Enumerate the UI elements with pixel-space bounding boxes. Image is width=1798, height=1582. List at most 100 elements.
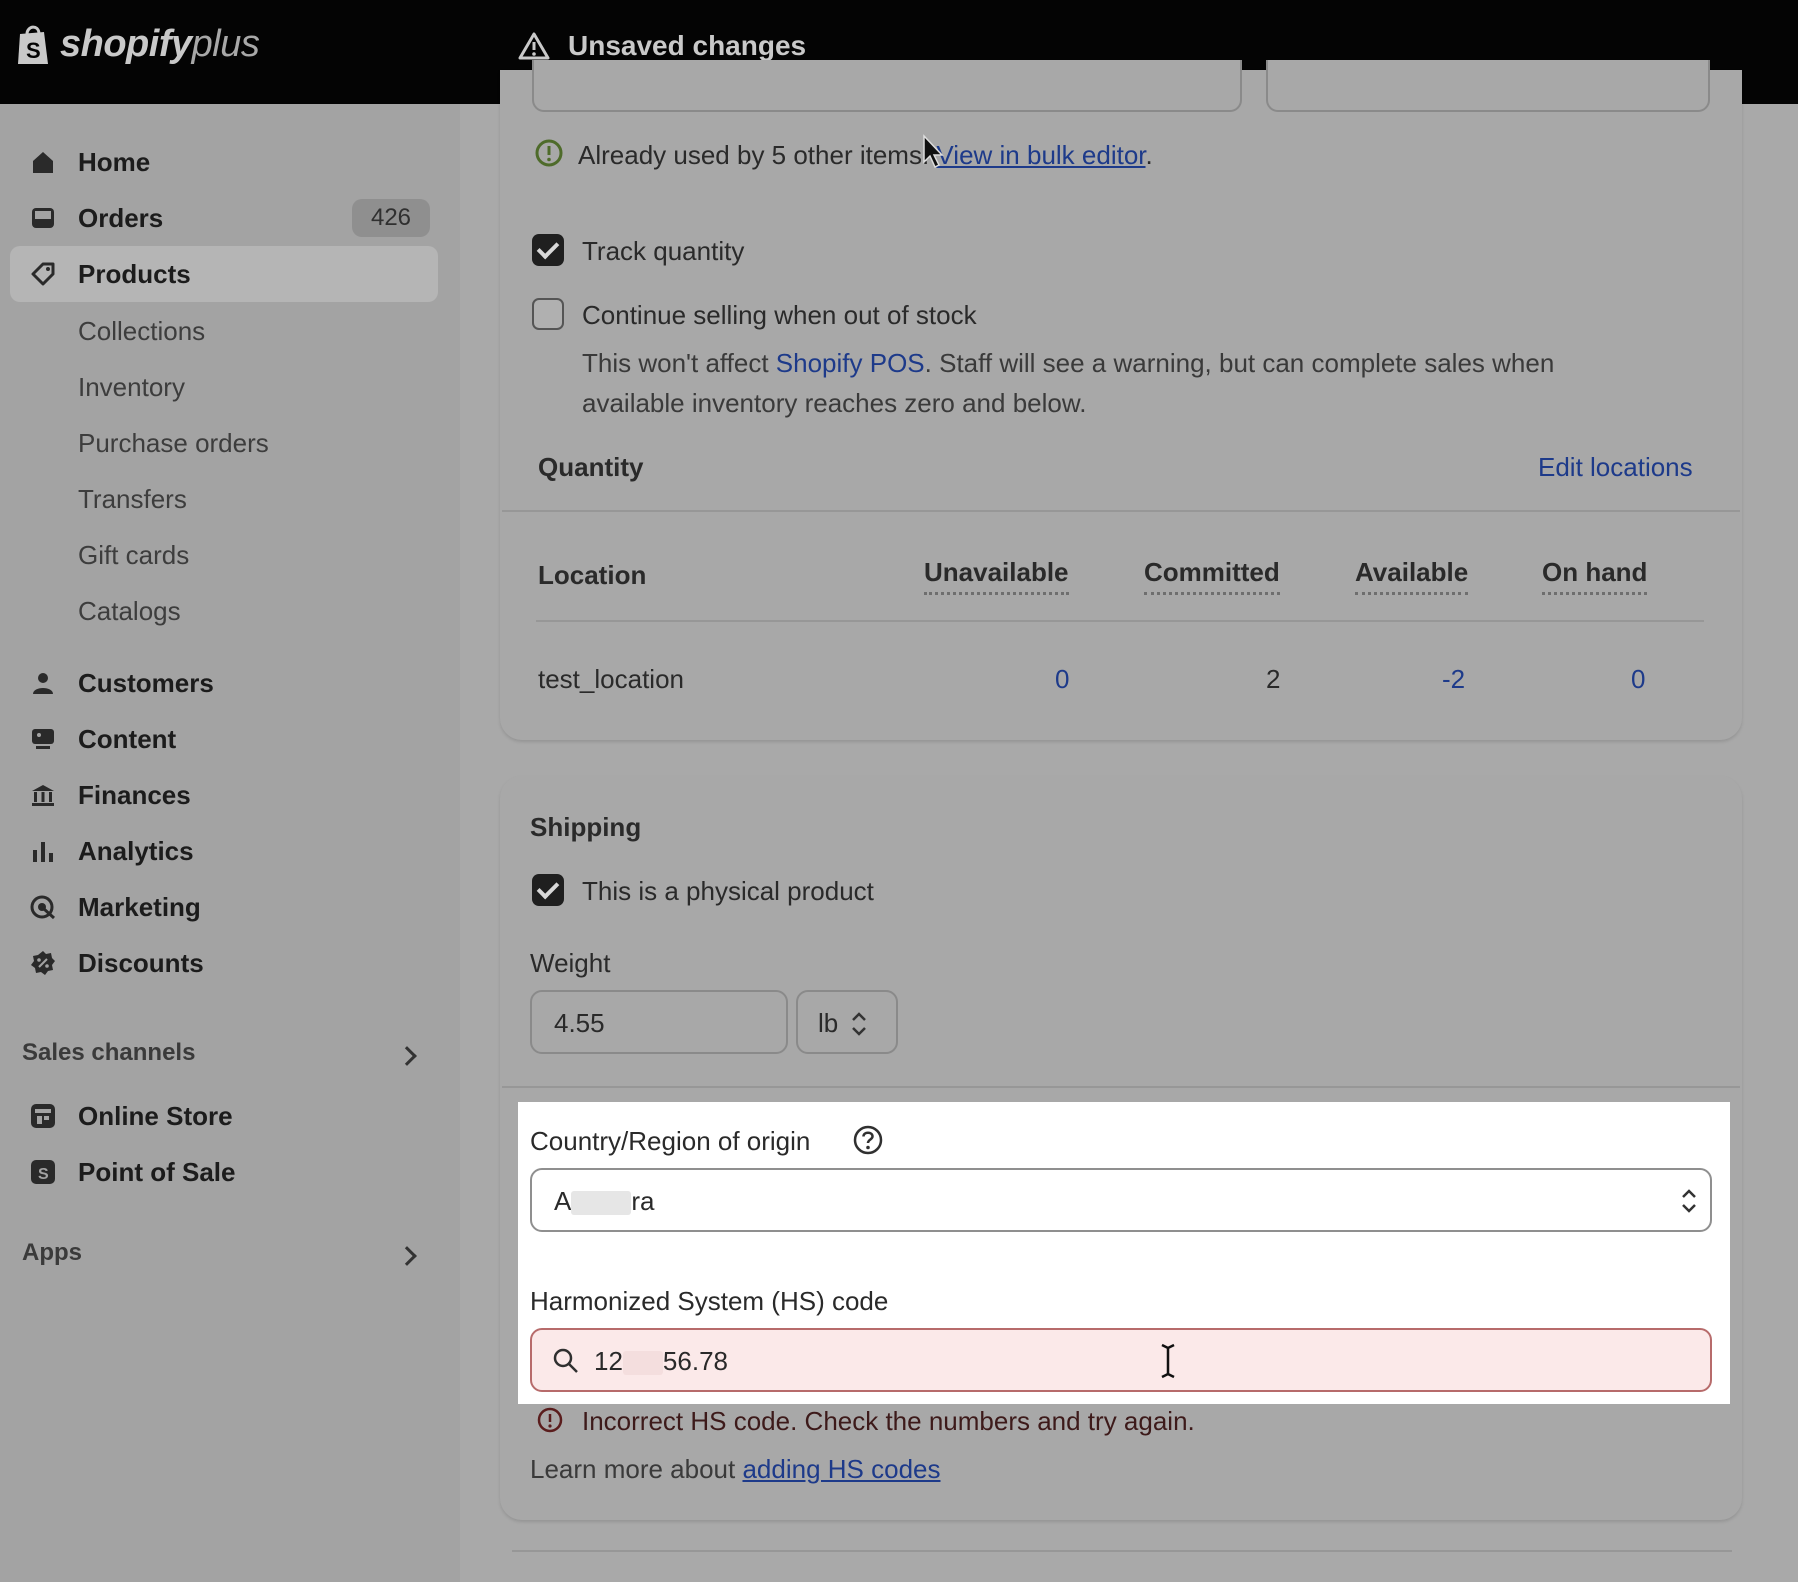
sidebar-item-home[interactable]: Home bbox=[10, 134, 438, 190]
error-circle-icon bbox=[536, 1406, 564, 1439]
sidebar-item-orders[interactable]: Orders 426 bbox=[10, 190, 438, 246]
quantity-heading: Quantity bbox=[538, 452, 644, 482]
sidebar-item-label: Discounts bbox=[78, 947, 204, 978]
country-of-origin-value: Ara bbox=[554, 1186, 655, 1216]
column-header-unavailable[interactable]: Unavailable bbox=[924, 557, 1069, 595]
home-icon bbox=[28, 147, 58, 177]
sidebar-item-point-of-sale[interactable]: S Point of Sale bbox=[10, 1144, 438, 1200]
physical-product-checkbox[interactable] bbox=[532, 874, 564, 906]
sidebar-item-analytics[interactable]: Analytics bbox=[10, 823, 438, 879]
sidebar-item-label: Marketing bbox=[78, 891, 201, 922]
chevron-right-icon[interactable] bbox=[397, 1046, 417, 1066]
weight-value: 4.55 bbox=[554, 1008, 605, 1038]
brand-name: shopifyplus bbox=[60, 22, 260, 65]
track-quantity-label: Track quantity bbox=[582, 236, 745, 266]
shopify-pos-link[interactable]: Shopify POS bbox=[776, 348, 925, 378]
sidebar-item-label: Point of Sale bbox=[78, 1156, 236, 1187]
column-header-committed[interactable]: Committed bbox=[1144, 557, 1280, 595]
country-of-origin-label: Country/Region of origin bbox=[530, 1126, 811, 1156]
learn-more-text: Learn more about adding HS codes bbox=[530, 1454, 941, 1484]
committed-value: 2 bbox=[1266, 664, 1281, 694]
sidebar-item-products[interactable]: Products bbox=[10, 246, 438, 302]
sidebar-item-label: Orders bbox=[78, 202, 164, 233]
weight-input[interactable]: 4.55 bbox=[530, 990, 788, 1054]
chevron-right-icon[interactable] bbox=[397, 1246, 417, 1266]
bar-chart-icon bbox=[28, 836, 58, 866]
physical-product-label: This is a physical product bbox=[582, 876, 874, 906]
sidebar-item-customers[interactable]: Customers bbox=[10, 655, 438, 711]
target-icon bbox=[28, 892, 58, 922]
sidebar-item-discounts[interactable]: Discounts bbox=[10, 935, 438, 991]
pos-icon: S bbox=[28, 1157, 58, 1187]
hs-code-input[interactable]: 12 56.78 bbox=[530, 1328, 1712, 1392]
sidebar-item-label: Finances bbox=[78, 779, 191, 810]
continue-selling-checkbox[interactable] bbox=[532, 298, 564, 330]
sidebar-item-label: Customers bbox=[78, 667, 214, 698]
text-cursor-icon bbox=[1158, 1342, 1178, 1385]
help-circle-icon[interactable] bbox=[852, 1124, 884, 1161]
sidebar: Home Orders 426 Products Collections Inv… bbox=[0, 104, 460, 1582]
divider bbox=[502, 510, 1740, 512]
country-of-origin-select[interactable]: Ara bbox=[530, 1168, 1712, 1232]
on-hand-value[interactable]: 0 bbox=[1631, 664, 1645, 695]
column-header-on-hand[interactable]: On hand bbox=[1542, 557, 1648, 595]
divider bbox=[512, 1550, 1732, 1552]
weight-label: Weight bbox=[530, 948, 611, 978]
content-icon bbox=[28, 724, 58, 754]
sidebar-item-marketing[interactable]: Marketing bbox=[10, 879, 438, 935]
hs-code-value: 12 56.78 bbox=[594, 1346, 728, 1376]
person-icon bbox=[28, 668, 58, 698]
shopify-plus-logo[interactable]: S shopifyplus bbox=[14, 22, 260, 66]
shopify-bag-icon: S bbox=[14, 22, 54, 66]
track-quantity-checkbox[interactable] bbox=[532, 234, 564, 266]
edit-locations-link[interactable]: Edit locations bbox=[1538, 452, 1693, 483]
location-name: test_location bbox=[538, 664, 684, 694]
sidebar-subitem-inventory[interactable]: Inventory bbox=[78, 372, 185, 403]
sidebar-item-content[interactable]: Content bbox=[10, 711, 438, 767]
shipping-heading: Shipping bbox=[530, 812, 642, 842]
sidebar-subitem-gift-cards[interactable]: Gift cards bbox=[78, 540, 189, 571]
column-header-available[interactable]: Available bbox=[1355, 557, 1469, 595]
mouse-pointer-icon bbox=[922, 134, 946, 175]
sidebar-item-label: Content bbox=[78, 723, 177, 754]
storefront-icon bbox=[28, 1101, 58, 1131]
orders-count-badge: 426 bbox=[352, 199, 430, 237]
barcode-input[interactable] bbox=[1266, 60, 1710, 112]
weight-unit-select[interactable]: lb bbox=[796, 990, 898, 1054]
sidebar-subitem-collections[interactable]: Collections bbox=[78, 316, 205, 347]
sidebar-subitem-catalogs[interactable]: Catalogs bbox=[78, 596, 181, 627]
continue-selling-label: Continue selling when out of stock bbox=[582, 300, 977, 330]
divider bbox=[536, 620, 1704, 622]
discount-badge-icon bbox=[28, 948, 58, 978]
orders-icon bbox=[28, 203, 58, 233]
tag-icon bbox=[28, 259, 58, 289]
available-value[interactable]: -2 bbox=[1442, 664, 1465, 695]
apps-heading[interactable]: Apps bbox=[22, 1239, 82, 1267]
column-header-location: Location bbox=[538, 560, 647, 590]
info-circle-icon bbox=[534, 138, 564, 173]
unsaved-changes-label: Unsaved changes bbox=[568, 30, 807, 61]
sidebar-item-label: Products bbox=[78, 258, 191, 289]
sidebar-subitem-transfers[interactable]: Transfers bbox=[78, 484, 187, 515]
sku-duplicate-notice: Already used by 5 other items. View in b… bbox=[578, 140, 1153, 170]
svg-text:S: S bbox=[26, 38, 41, 63]
sidebar-subitem-purchase-orders[interactable]: Purchase orders bbox=[78, 428, 269, 459]
sidebar-item-finances[interactable]: Finances bbox=[10, 767, 438, 823]
bank-icon bbox=[28, 780, 58, 810]
unsaved-changes-status: Unsaved changes bbox=[518, 30, 806, 62]
unavailable-value[interactable]: 0 bbox=[1055, 664, 1069, 695]
select-chevrons-icon bbox=[1680, 1187, 1698, 1220]
view-in-bulk-editor-link[interactable]: View in bulk editor bbox=[936, 140, 1145, 170]
sidebar-item-label: Analytics bbox=[78, 835, 194, 866]
hs-code-label: Harmonized System (HS) code bbox=[530, 1286, 889, 1316]
search-icon bbox=[552, 1347, 580, 1380]
sales-channels-heading[interactable]: Sales channels bbox=[22, 1039, 195, 1067]
sidebar-item-label: Online Store bbox=[78, 1100, 233, 1131]
divider bbox=[502, 1086, 1740, 1088]
sidebar-item-online-store[interactable]: Online Store bbox=[10, 1088, 438, 1144]
adding-hs-codes-link[interactable]: adding HS codes bbox=[742, 1454, 940, 1484]
sku-input[interactable] bbox=[532, 60, 1242, 112]
weight-unit-value: lb bbox=[818, 1008, 839, 1038]
pos-note: This won't affect Shopify POS. Staff wil… bbox=[582, 348, 1555, 378]
pos-note-line2: available inventory reaches zero and bel… bbox=[582, 388, 1087, 418]
